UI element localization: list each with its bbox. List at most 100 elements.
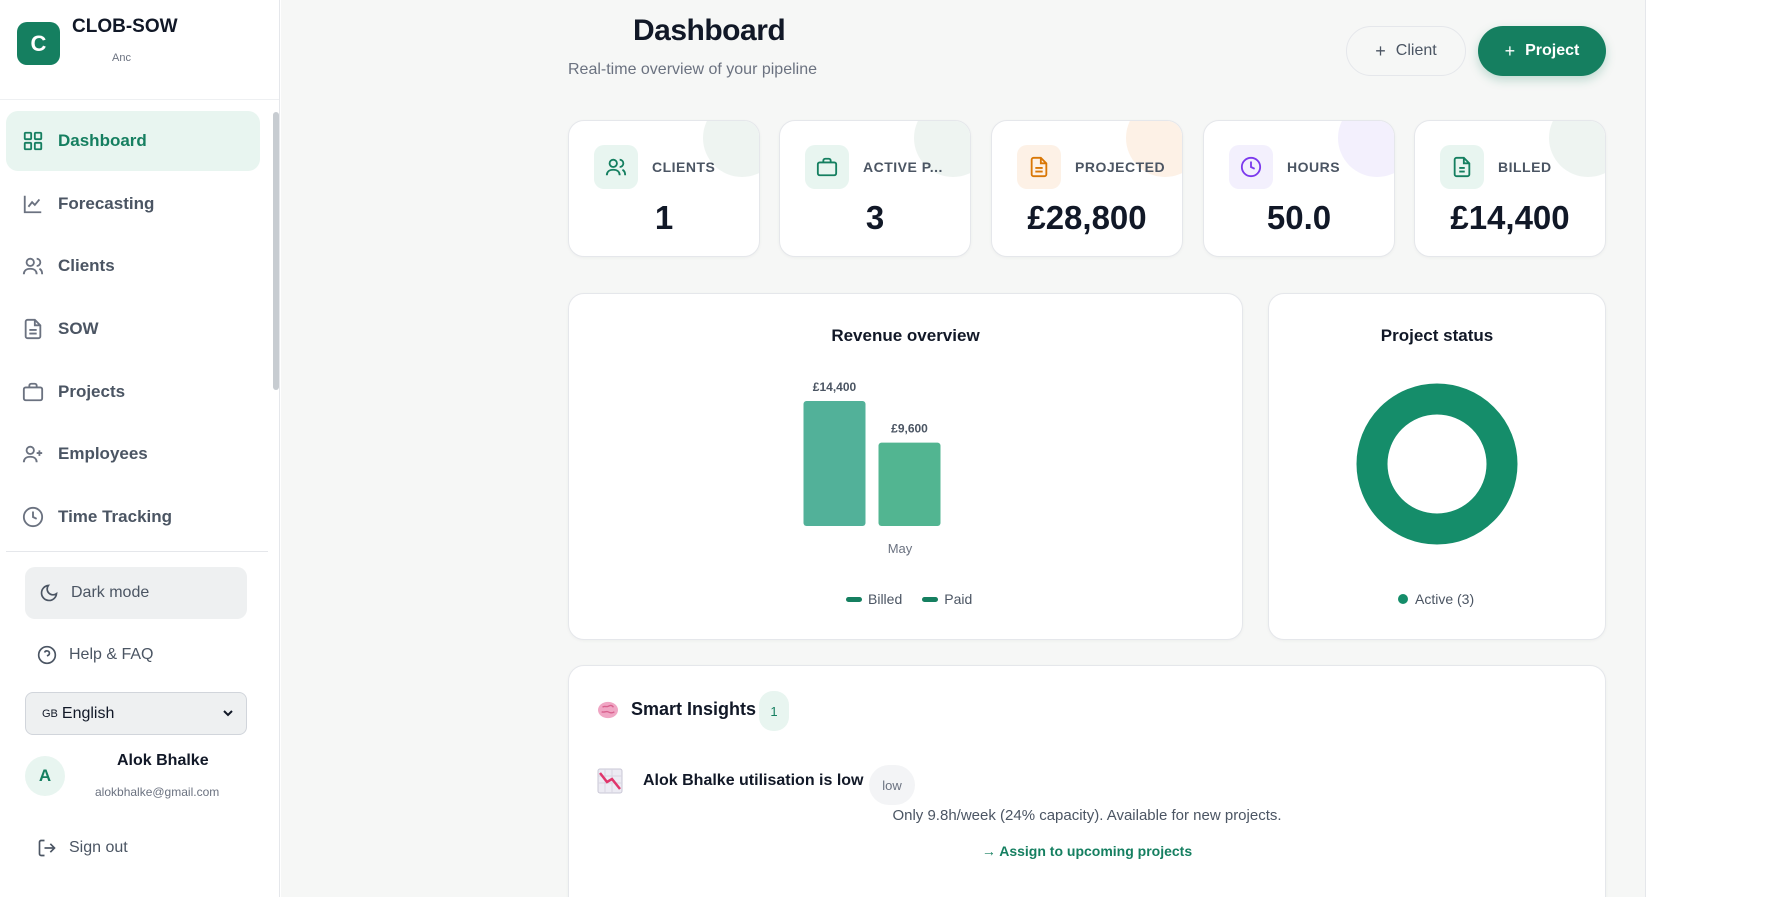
project-status-legend: Active (3) bbox=[1398, 591, 1474, 607]
stat-value: £14,400 bbox=[1450, 199, 1570, 236]
brain-icon bbox=[598, 701, 618, 719]
flag-icon: GB bbox=[42, 707, 58, 720]
trend-chart-icon bbox=[22, 193, 44, 215]
brand-header: C CLOB-SOW Anc bbox=[0, 0, 279, 100]
stat-value: 50.0 bbox=[1266, 199, 1332, 236]
decorative-blob bbox=[1338, 121, 1394, 177]
x-tick-label: May bbox=[888, 541, 913, 556]
user-email: alokbhalke@gmail.com bbox=[95, 785, 220, 799]
legend-swatch-billed bbox=[846, 596, 862, 602]
sidebar-item-forecasting[interactable]: Forecasting bbox=[6, 174, 260, 234]
add-client-label: Client bbox=[1395, 42, 1437, 59]
document-icon bbox=[1017, 145, 1061, 189]
dark-mode-toggle[interactable]: Dark mode bbox=[25, 567, 247, 619]
stat-value: £28,800 bbox=[1027, 199, 1147, 236]
sidebar-item-label: Dashboard bbox=[58, 131, 147, 150]
sidebar-item-label: Clients bbox=[58, 256, 115, 275]
bar-paid[interactable] bbox=[878, 442, 941, 526]
plus-icon: + bbox=[1504, 40, 1516, 61]
user-name: Alok Bhalke bbox=[117, 752, 209, 769]
project-status-title: Project status bbox=[1380, 326, 1494, 345]
chevron-down-icon bbox=[223, 710, 233, 717]
clock-icon bbox=[1229, 145, 1273, 189]
project-status-card: Project status Active (3) bbox=[1268, 293, 1606, 640]
logout-icon bbox=[38, 839, 56, 856]
stat-label: BILLED bbox=[1498, 159, 1552, 175]
legend-label-paid: Paid bbox=[944, 591, 973, 607]
revenue-title: Revenue overview bbox=[831, 326, 980, 345]
moon-icon bbox=[40, 584, 58, 602]
stat-value: 1 bbox=[654, 199, 674, 236]
sidebar-item-label: Time Tracking bbox=[58, 507, 173, 526]
bar-billed[interactable] bbox=[803, 401, 866, 526]
project-status-donut bbox=[1356, 383, 1518, 545]
revenue-overview-card: Revenue overview £14,400 £9,600 May Billed… bbox=[568, 293, 1243, 640]
sidebar-divider bbox=[6, 551, 268, 552]
legend-label-active: Active (3) bbox=[1415, 591, 1475, 607]
bar-label-billed: £14,400 bbox=[813, 380, 857, 394]
stat-label: CLIENTS bbox=[652, 159, 716, 175]
bar-label-paid: £9,600 bbox=[891, 422, 928, 436]
sidebar-item-projects[interactable]: Projects bbox=[6, 362, 260, 422]
add-project-button[interactable]: + Project bbox=[1478, 26, 1606, 76]
sidebar-item-label: Employees bbox=[58, 444, 148, 463]
sidebar: C CLOB-SOW Anc Dashboard Forecasting Cli… bbox=[0, 0, 280, 897]
sidebar-item-employees[interactable]: Employees bbox=[6, 424, 260, 484]
language-select[interactable]: GB English bbox=[25, 692, 247, 735]
clock-icon bbox=[22, 506, 44, 528]
stat-card-active-projects: ACTIVE P... 3 bbox=[779, 120, 971, 257]
invoice-icon bbox=[1440, 145, 1484, 189]
help-circle-icon bbox=[37, 645, 57, 665]
document-icon bbox=[22, 318, 44, 340]
chart-decreasing-icon bbox=[597, 768, 623, 794]
sidebar-item-label: SOW bbox=[58, 319, 99, 338]
decorative-blob bbox=[1549, 121, 1605, 177]
smart-insights-card: Smart Insights 1 Alok Bhalke utilisation… bbox=[568, 665, 1606, 897]
brand-subtitle: Anc bbox=[112, 52, 131, 64]
language-label: English bbox=[61, 704, 115, 722]
avatar[interactable]: A bbox=[25, 756, 65, 796]
donut-slice-active[interactable] bbox=[1356, 383, 1518, 545]
stat-value: 3 bbox=[865, 199, 885, 236]
sidebar-item-sow[interactable]: SOW bbox=[6, 299, 260, 359]
sidebar-item-time-tracking[interactable]: Time Tracking bbox=[6, 487, 260, 547]
help-faq-link[interactable]: Help & FAQ bbox=[25, 632, 247, 678]
legend-dot-active bbox=[1398, 594, 1408, 604]
sidebar-item-clients[interactable]: Clients bbox=[6, 236, 260, 296]
grid-icon bbox=[22, 130, 44, 152]
stat-card-hours: HOURS 50.0 bbox=[1203, 120, 1395, 257]
main-content: Dashboard Real-time overview of your pip… bbox=[281, 0, 1646, 897]
sidebar-item-label: Projects bbox=[58, 382, 126, 401]
stat-label: HOURS bbox=[1287, 159, 1341, 175]
smart-insights-title: Smart Insights bbox=[631, 699, 757, 719]
assign-projects-link[interactable]: → Assign to upcoming projects bbox=[569, 843, 1605, 859]
insights-count-badge: 1 bbox=[759, 691, 789, 731]
help-label: Help & FAQ bbox=[69, 646, 154, 663]
dark-mode-label: Dark mode bbox=[71, 584, 150, 601]
legend-swatch-paid bbox=[922, 596, 939, 602]
sidebar-item-label: Forecasting bbox=[58, 194, 155, 213]
insight-title: Alok Bhalke utilisation is low bbox=[643, 772, 864, 789]
stat-label: ACTIVE P... bbox=[863, 159, 943, 175]
brand-logo[interactable]: C bbox=[17, 22, 60, 65]
briefcase-icon bbox=[805, 145, 849, 189]
page-title: Dashboard bbox=[633, 14, 786, 47]
users-icon bbox=[594, 145, 638, 189]
plus-icon: + bbox=[1375, 40, 1386, 61]
add-project-label: Project bbox=[1525, 42, 1580, 59]
revenue-chart: £14,400 £9,600 May bbox=[803, 380, 941, 556]
stat-card-billed: BILLED £14,400 bbox=[1414, 120, 1606, 257]
add-client-button[interactable]: + Client bbox=[1346, 26, 1466, 76]
brand-title: CLOB-SOW bbox=[72, 16, 178, 37]
sidebar-item-dashboard[interactable]: Dashboard bbox=[6, 111, 260, 171]
page-subtitle: Real-time overview of your pipeline bbox=[568, 61, 817, 78]
briefcase-icon bbox=[22, 381, 44, 403]
sidebar-scrollbar[interactable] bbox=[273, 112, 279, 390]
users-icon bbox=[22, 255, 44, 277]
sign-out-button[interactable]: Sign out bbox=[25, 825, 225, 870]
stat-card-clients: CLIENTS 1 bbox=[568, 120, 760, 257]
legend-label-billed: Billed bbox=[868, 591, 903, 607]
revenue-legend: Billed Paid bbox=[846, 591, 972, 607]
stat-card-projected: PROJECTED £28,800 bbox=[991, 120, 1183, 257]
user-plus-icon bbox=[22, 443, 44, 465]
